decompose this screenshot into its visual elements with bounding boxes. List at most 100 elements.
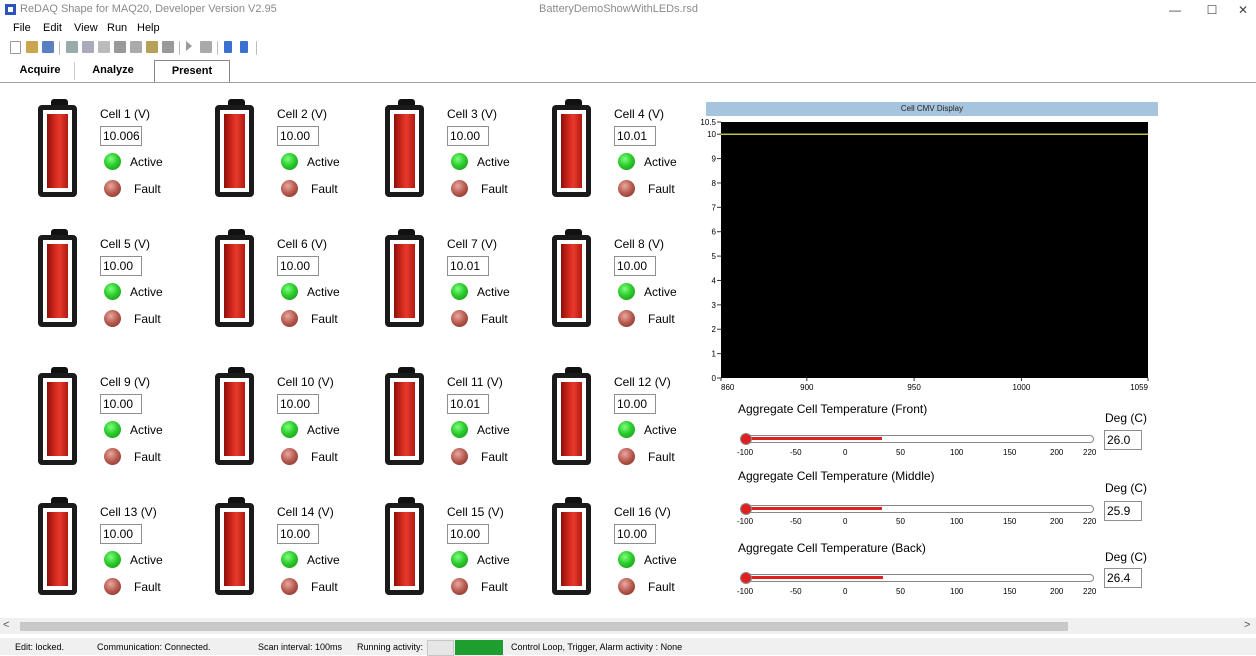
- battery-cell: Cell 2 (V) 10.00 Active Fault: [215, 99, 375, 204]
- menu-help[interactable]: Help: [137, 22, 160, 34]
- menu-file[interactable]: File: [13, 22, 31, 34]
- open-folder-icon[interactable]: [26, 41, 38, 53]
- fault-label: Fault: [481, 312, 508, 326]
- active-label: Active: [307, 285, 340, 299]
- battery-body: [38, 373, 77, 465]
- scroll-left-arrow-icon[interactable]: <: [3, 619, 9, 631]
- y-tick-label: 0: [712, 374, 717, 383]
- fault-label: Fault: [311, 580, 338, 594]
- fault-led-icon: [618, 448, 635, 465]
- thermometer-fill: [746, 576, 883, 579]
- battery-cell: Cell 15 (V) 10.00 Active Fault: [385, 497, 545, 602]
- fault-led-icon: [451, 578, 468, 595]
- tab-acquire[interactable]: Acquire: [18, 60, 62, 80]
- battery-cell: Cell 14 (V) 10.00 Active Fault: [215, 497, 375, 602]
- menu-run[interactable]: Run: [107, 22, 127, 34]
- menu-view[interactable]: View: [74, 22, 98, 34]
- thermometer-tick-label: -50: [790, 517, 802, 526]
- temperature-value: 26.4: [1104, 568, 1142, 588]
- tab-separator: [74, 62, 75, 80]
- status-bar: Edit: locked. Communication: Connected. …: [0, 638, 1256, 656]
- fault-label: Fault: [481, 450, 508, 464]
- active-led-icon: [281, 283, 298, 300]
- fault-led-icon: [281, 578, 298, 595]
- battery-icon: [215, 497, 255, 597]
- battery-body: [215, 235, 254, 327]
- cell-label: Cell 6 (V): [277, 237, 328, 251]
- copy-icon[interactable]: [82, 41, 94, 53]
- tab-present[interactable]: Present: [154, 60, 230, 83]
- stop-icon[interactable]: [240, 41, 248, 53]
- cell-voltage-value: 10.00: [277, 524, 319, 544]
- cell-label: Cell 11 (V): [447, 375, 503, 389]
- thermometer-tick-label: -100: [737, 517, 754, 526]
- status-edit: Edit: locked.: [15, 642, 65, 652]
- battery-icon: [215, 367, 255, 467]
- battery-cell: Cell 3 (V) 10.00 Active Fault: [385, 99, 545, 204]
- scroll-right-arrow-icon[interactable]: >: [1244, 619, 1250, 631]
- minimize-button[interactable]: —: [1160, 1, 1190, 19]
- active-label: Active: [307, 423, 340, 437]
- thermometer-tick-label: 200: [1050, 448, 1064, 457]
- fault-led-icon: [451, 448, 468, 465]
- close-button[interactable]: ✕: [1228, 1, 1256, 19]
- paste-icon[interactable]: [98, 41, 110, 53]
- thermometer-tick-label: 150: [1003, 587, 1017, 596]
- battery-icon: [38, 99, 78, 199]
- monitor-icon[interactable]: [200, 41, 212, 53]
- delete-icon[interactable]: [114, 41, 126, 53]
- thermometer-tick-label: -100: [737, 587, 754, 596]
- cell-label: Cell 3 (V): [447, 107, 498, 121]
- x-tick-label: 860: [721, 383, 735, 392]
- battery-cell: Cell 7 (V) 10.01 Active Fault: [385, 229, 545, 334]
- cell-label: Cell 8 (V): [614, 237, 665, 251]
- thermometer-tick-label: 0: [843, 587, 848, 596]
- status-scan-interval: Scan interval: 100ms: [258, 642, 343, 652]
- cell-voltage-value: 10.00: [100, 394, 142, 414]
- thermometer-tick-label: 0: [843, 448, 848, 457]
- temperature-title: Aggregate Cell Temperature (Middle): [738, 469, 935, 483]
- maximize-button[interactable]: ☐: [1197, 1, 1227, 19]
- battery-icon: [385, 497, 425, 597]
- active-label: Active: [644, 423, 677, 437]
- cell-voltage-value: 10.00: [614, 524, 656, 544]
- thermometer-tick-label: -100: [737, 448, 754, 457]
- play-icon[interactable]: [186, 41, 192, 51]
- battery-body: [385, 373, 424, 465]
- fault-label: Fault: [134, 450, 161, 464]
- toolbar-separator: [59, 41, 60, 55]
- active-label: Active: [130, 423, 163, 437]
- status-control-loop: Control Loop, Trigger, Alarm activity : …: [511, 642, 683, 652]
- fault-label: Fault: [481, 182, 508, 196]
- clipboard-icon[interactable]: [146, 41, 158, 53]
- cell-label: Cell 1 (V): [100, 107, 151, 121]
- pause-icon[interactable]: [224, 41, 232, 53]
- battery-fill: [47, 512, 68, 586]
- cell-voltage-value: 10.01: [447, 394, 489, 414]
- active-label: Active: [477, 285, 510, 299]
- save-icon[interactable]: [42, 41, 54, 53]
- active-led-icon: [104, 551, 121, 568]
- scrollbar-thumb[interactable]: [20, 622, 1068, 631]
- undo-icon[interactable]: [130, 41, 142, 53]
- print-icon[interactable]: [162, 41, 174, 53]
- thermometer-tick-label: 50: [896, 587, 905, 596]
- tab-analyze[interactable]: Analyze: [88, 60, 138, 80]
- thermometer-fill: [746, 437, 882, 440]
- fault-led-icon: [618, 578, 635, 595]
- battery-icon: [215, 99, 255, 199]
- thermometer-tick-label: 50: [896, 448, 905, 457]
- y-tick-label: 10: [707, 130, 716, 139]
- cell-voltage-value: 10.00: [277, 394, 319, 414]
- cell-label: Cell 15 (V): [447, 505, 504, 519]
- new-file-icon[interactable]: [10, 41, 21, 54]
- y-tick-label: 8: [712, 179, 717, 188]
- y-tick-label: 9: [712, 155, 717, 164]
- cell-voltage-value: 10.00: [100, 524, 142, 544]
- menu-edit[interactable]: Edit: [43, 22, 62, 34]
- battery-icon: [385, 229, 425, 329]
- cell-label: Cell 10 (V): [277, 375, 334, 389]
- battery-body: [385, 503, 424, 595]
- cut-icon[interactable]: [66, 41, 78, 53]
- fault-label: Fault: [134, 182, 161, 196]
